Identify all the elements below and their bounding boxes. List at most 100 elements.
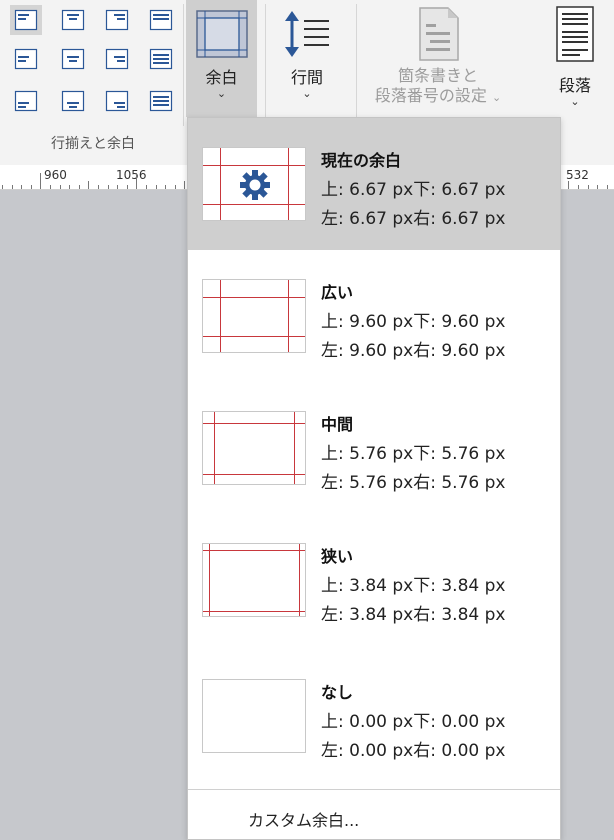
align-middle-justify-button[interactable]: [145, 44, 177, 74]
margin-option-title: なし: [321, 683, 354, 702]
align-middle-left-button[interactable]: [10, 44, 42, 74]
margin-option-title: 中間: [321, 415, 354, 434]
ruler-tick: [30, 185, 32, 189]
align-middle-center-button[interactable]: [57, 44, 89, 74]
ruler-tick: [606, 185, 608, 189]
ruler-label: 960: [44, 168, 67, 182]
margin-option-left-right: 左: 6.67 px右: 6.67 px: [321, 209, 506, 229]
line-spacing-button[interactable]: 行間 ⌄: [271, 0, 343, 117]
gear-icon: [240, 170, 270, 200]
align-bottom-justify-button[interactable]: [145, 86, 177, 116]
ruler-tick: [568, 181, 570, 189]
margin-button[interactable]: 余白 ⌄: [186, 0, 257, 117]
ruler-tick: [184, 181, 186, 189]
margin-option-title: 広い: [321, 283, 354, 302]
ruler-tick: [59, 185, 61, 189]
ruler-tick: [165, 185, 167, 189]
ruler-tick: [98, 185, 99, 189]
ruler-tick: [155, 185, 157, 189]
margin-preview-wide: [202, 279, 306, 353]
align-top-justify-icon: [149, 9, 173, 31]
margin-preview-current: [202, 147, 306, 221]
align-bottom-left-icon: [14, 90, 38, 112]
ruler-tick: [587, 185, 589, 189]
margin-option-top-bottom: 上: 5.76 px下: 5.76 px: [321, 444, 506, 464]
margin-option-top-bottom: 上: 3.84 px下: 3.84 px: [321, 576, 506, 596]
margin-icon: [195, 10, 248, 58]
ruler-tick: [50, 185, 51, 189]
align-middle-left-icon: [14, 48, 38, 70]
ruler-tick: [146, 185, 147, 189]
margin-option-top-bottom: 上: 6.67 px下: 6.67 px: [321, 180, 506, 200]
ruler-tick: [578, 185, 579, 189]
align-middle-justify-icon: [149, 48, 173, 70]
bullets-numbering-icon: [419, 7, 459, 61]
ruler-tick: [597, 185, 599, 189]
bullets-label-line2: 段落番号の設定 ⌄: [374, 86, 502, 105]
ruler-tick: [117, 185, 119, 189]
margin-option-wide[interactable]: 広い 上: 9.60 px下: 9.60 px 左: 9.60 px右: 9.6…: [188, 250, 560, 382]
ruler-tick: [88, 181, 90, 189]
margin-preview-medium: [202, 411, 306, 485]
margin-option-title: 現在の余白: [321, 151, 402, 170]
align-top-right-button[interactable]: [101, 5, 133, 35]
bullets-numbering-button[interactable]: 箇条書きと 段落番号の設定 ⌄: [358, 0, 518, 117]
alignment-group-label: 行揃えと余白: [51, 136, 135, 152]
ribbon-separator: [265, 4, 266, 126]
ruler-label: 532: [566, 168, 589, 182]
chevron-down-icon: ⌄: [570, 95, 580, 108]
margin-option-medium[interactable]: 中間 上: 5.76 px下: 5.76 px 左: 5.76 px右: 5.7…: [188, 382, 560, 514]
ribbon-separator: [356, 4, 357, 126]
paragraph-label: 段落: [558, 76, 591, 95]
margin-option-narrow[interactable]: 狭い 上: 3.84 px下: 3.84 px 左: 3.84 px右: 3.8…: [188, 514, 560, 646]
paragraph-button[interactable]: 段落 ⌄: [540, 0, 610, 117]
custom-margins-button[interactable]: カスタム余白...: [248, 807, 359, 831]
margin-option-current[interactable]: 現在の余白 上: 6.67 px下: 6.67 px 左: 6.67 px右: …: [188, 118, 560, 250]
ruler-tick: [136, 173, 138, 189]
chevron-down-icon: ⌄: [491, 91, 502, 104]
align-bottom-right-button[interactable]: [101, 86, 133, 116]
align-bottom-left-button[interactable]: [10, 86, 42, 116]
align-top-left-button[interactable]: [10, 5, 42, 35]
ruler-label: 1056: [116, 168, 147, 182]
align-top-right-icon: [105, 9, 129, 31]
margin-option-title: 狭い: [321, 547, 354, 566]
ruler-tick: [107, 185, 109, 189]
margin-dropdown: 現在の余白 上: 6.67 px下: 6.67 px 左: 6.67 px右: …: [187, 117, 561, 840]
margin-option-left-right: 左: 3.84 px右: 3.84 px: [321, 605, 506, 625]
ruler-tick: [11, 185, 13, 189]
align-top-left-icon: [14, 9, 38, 31]
margin-option-none[interactable]: なし 上: 0.00 px下: 0.00 px 左: 0.00 px右: 0.0…: [188, 646, 560, 778]
align-top-justify-button[interactable]: [145, 5, 177, 35]
align-bottom-center-icon: [61, 90, 85, 112]
align-bottom-center-button[interactable]: [57, 86, 89, 116]
paragraph-icon: [556, 6, 594, 62]
margin-preview-narrow: [202, 543, 306, 617]
margin-preview-none: [202, 679, 306, 753]
margin-button-label: 余白: [205, 68, 238, 87]
ruler-tick: [21, 185, 23, 189]
margin-option-top-bottom: 上: 9.60 px下: 9.60 px: [321, 312, 506, 332]
align-top-center-icon: [61, 9, 85, 31]
ruler-tick: [2, 185, 3, 189]
margin-option-top-bottom: 上: 0.00 px下: 0.00 px: [321, 712, 506, 732]
align-middle-center-icon: [61, 48, 85, 70]
ribbon-separator: [183, 4, 184, 126]
alignment-grid: [0, 0, 186, 130]
ruler-tick: [69, 185, 71, 189]
align-bottom-justify-icon: [149, 90, 173, 112]
chevron-down-icon: ⌄: [302, 87, 312, 100]
ruler-tick: [78, 185, 80, 189]
align-bottom-right-icon: [105, 90, 129, 112]
align-middle-right-button[interactable]: [101, 44, 133, 74]
line-spacing-label: 行間: [290, 68, 323, 87]
margin-option-left-right: 左: 5.76 px右: 5.76 px: [321, 473, 506, 493]
margin-option-left-right: 左: 9.60 px右: 9.60 px: [321, 341, 506, 361]
line-spacing-icon: [285, 11, 329, 57]
bullets-label-line1: 箇条書きと: [397, 66, 478, 85]
dropdown-separator: [188, 789, 560, 790]
ruler-tick: [40, 173, 42, 189]
align-top-center-button[interactable]: [57, 5, 89, 35]
ruler-tick: [174, 185, 176, 189]
chevron-down-icon: ⌄: [216, 87, 227, 100]
